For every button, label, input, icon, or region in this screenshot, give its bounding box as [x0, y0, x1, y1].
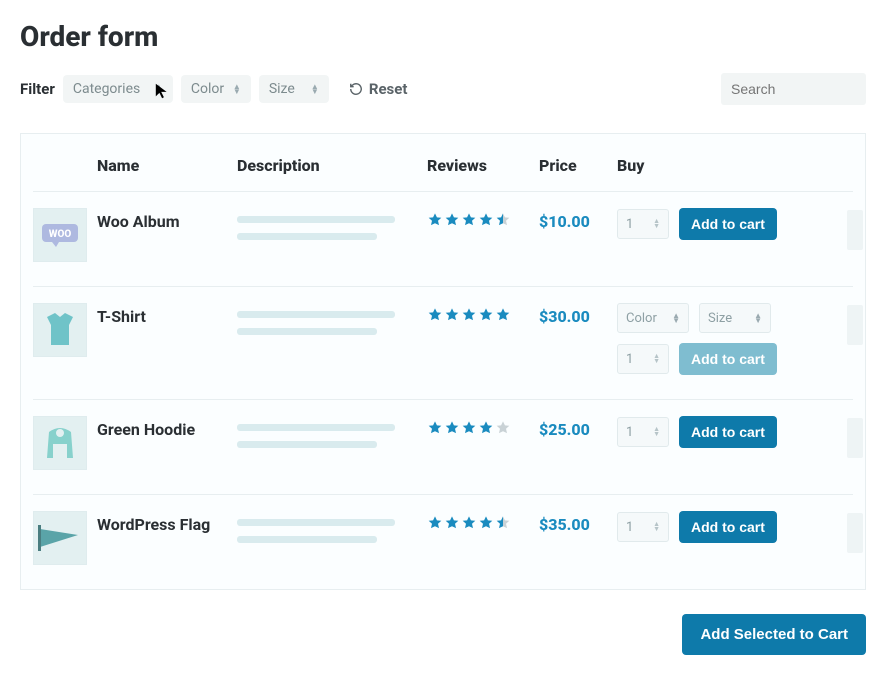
sort-arrows-icon: ▲▼: [233, 84, 241, 94]
sort-arrows-icon: ▲▼: [311, 84, 319, 94]
row-color-select[interactable]: Color▲▼: [617, 303, 689, 333]
product-thumbnail[interactable]: [33, 511, 87, 565]
product-name[interactable]: WordPress Flag: [97, 511, 237, 534]
row-expand-handle[interactable]: [847, 513, 863, 553]
filter-toolbar: Filter Categories ▲▼ Color ▲▼ Size ▲▼ Re…: [20, 73, 866, 105]
table-row: WordPress Flag $35.00 1▲▼ Add to cart: [33, 494, 853, 589]
product-name[interactable]: Woo Album: [97, 208, 237, 231]
product-name[interactable]: T-Shirt: [97, 303, 237, 326]
product-thumbnail[interactable]: [33, 416, 87, 470]
spinner-icon: ▲▼: [653, 522, 660, 532]
product-rating: [427, 511, 539, 531]
product-description: [237, 511, 427, 553]
col-description: Description: [237, 156, 427, 175]
product-table: Name Description Reviews Price Buy WOO W…: [20, 133, 866, 590]
buy-cell: 1▲▼ Add to cart: [617, 511, 847, 543]
product-thumbnail[interactable]: [33, 303, 87, 357]
quantity-stepper[interactable]: 1▲▼: [617, 209, 669, 239]
search-input[interactable]: [721, 73, 866, 105]
add-selected-button[interactable]: Add Selected to Cart: [682, 614, 866, 655]
quantity-stepper[interactable]: 1▲▼: [617, 512, 669, 542]
reset-button[interactable]: Reset: [349, 80, 408, 98]
color-select-label: Color: [191, 81, 224, 97]
col-buy: Buy: [617, 156, 847, 175]
sort-arrows-icon: ▲▼: [672, 313, 680, 323]
add-to-cart-button[interactable]: Add to cart: [679, 416, 777, 448]
sort-arrows-icon: ▲▼: [155, 84, 163, 94]
buy-cell: Color▲▼ Size▲▼ 1▲▼ Add to cart: [617, 303, 847, 375]
table-row: WOO Woo Album $10.00 1▲▼ Add to cart: [33, 191, 853, 286]
size-select[interactable]: Size ▲▼: [259, 75, 329, 103]
spinner-icon: ▲▼: [653, 219, 660, 229]
product-name[interactable]: Green Hoodie: [97, 416, 237, 439]
product-price: $35.00: [539, 511, 617, 534]
page-title: Order form: [20, 20, 866, 53]
reset-label: Reset: [369, 80, 408, 98]
color-select[interactable]: Color ▲▼: [181, 75, 251, 103]
product-description: [237, 416, 427, 458]
product-price: $30.00: [539, 303, 617, 326]
col-price: Price: [539, 156, 617, 175]
buy-cell: 1▲▼ Add to cart: [617, 208, 847, 240]
product-rating: [427, 416, 539, 436]
product-description: [237, 208, 427, 250]
product-price: $10.00: [539, 208, 617, 231]
spinner-icon: ▲▼: [653, 354, 660, 364]
table-header: Name Description Reviews Price Buy: [33, 134, 853, 191]
add-to-cart-button[interactable]: Add to cart: [679, 511, 777, 543]
add-to-cart-button[interactable]: Add to cart: [679, 343, 777, 375]
sort-arrows-icon: ▲▼: [754, 313, 762, 323]
svg-text:WOO: WOO: [49, 229, 72, 240]
quantity-stepper[interactable]: 1▲▼: [617, 344, 669, 374]
table-row: T-Shirt $30.00 Color▲▼ Size▲▼ 1▲▼ Add to…: [33, 286, 853, 399]
product-thumbnail[interactable]: WOO: [33, 208, 87, 262]
row-size-select[interactable]: Size▲▼: [699, 303, 771, 333]
table-row: Green Hoodie $25.00 1▲▼ Add to cart: [33, 399, 853, 494]
add-to-cart-button[interactable]: Add to cart: [679, 208, 777, 240]
row-expand-handle[interactable]: [847, 418, 863, 458]
col-reviews: Reviews: [427, 156, 539, 175]
col-name: Name: [97, 156, 237, 175]
product-price: $25.00: [539, 416, 617, 439]
buy-cell: 1▲▼ Add to cart: [617, 416, 847, 448]
categories-select[interactable]: Categories ▲▼: [63, 75, 173, 103]
undo-icon: [349, 82, 363, 96]
categories-select-label: Categories: [73, 81, 140, 97]
product-rating: [427, 208, 539, 228]
quantity-stepper[interactable]: 1▲▼: [617, 417, 669, 447]
size-select-label: Size: [269, 81, 295, 97]
row-expand-handle[interactable]: [847, 210, 863, 250]
spinner-icon: ▲▼: [653, 427, 660, 437]
product-rating: [427, 303, 539, 323]
product-description: [237, 303, 427, 345]
row-expand-handle[interactable]: [847, 305, 863, 345]
filter-label: Filter: [20, 80, 55, 98]
